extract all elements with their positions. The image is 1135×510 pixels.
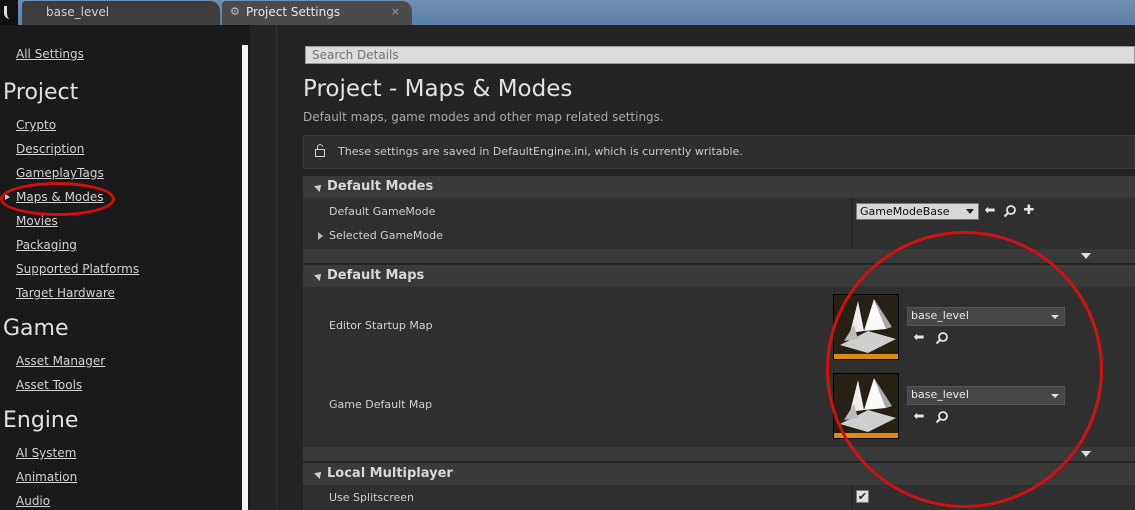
sidebar-item-movies[interactable]: Movies bbox=[16, 214, 58, 228]
expand-advanced-icon[interactable] bbox=[1081, 451, 1091, 457]
category-label: Local Multiplayer bbox=[327, 466, 453, 481]
combo-value: GameModeBase bbox=[860, 205, 950, 218]
close-tab-icon[interactable]: × bbox=[391, 1, 400, 23]
notice-text: These settings are saved in DefaultEngin… bbox=[338, 145, 743, 158]
collapse-triangle-icon bbox=[314, 182, 324, 192]
sidebar-heading-project: Project bbox=[3, 80, 79, 105]
collapse-triangle-icon bbox=[314, 271, 324, 281]
add-icon[interactable]: ✚ bbox=[1022, 204, 1036, 218]
tab-label: base_level bbox=[46, 5, 110, 19]
column-separator bbox=[851, 198, 852, 249]
annotation-circle-sidebar bbox=[0, 182, 115, 216]
sidebar-item-audio[interactable]: Audio bbox=[16, 494, 50, 508]
sidebar-item-gameplaytags[interactable]: GameplayTags bbox=[16, 166, 104, 180]
unreal-logo-icon bbox=[0, 0, 18, 25]
page-description: Default maps, game modes and other map r… bbox=[303, 110, 664, 124]
expand-advanced-icon[interactable] bbox=[1081, 253, 1091, 259]
sidebar-heading-game: Game bbox=[3, 316, 69, 341]
use-splitscreen-label: Use Splitscreen bbox=[329, 491, 415, 504]
sidebar-item-ai-system[interactable]: AI System bbox=[16, 446, 76, 460]
default-gamemode-combo[interactable]: GameModeBase bbox=[856, 203, 979, 220]
sidebar-item-asset-tools[interactable]: Asset Tools bbox=[16, 378, 82, 392]
settings-sidebar: All Settings Project Crypto Description … bbox=[0, 25, 250, 510]
game-default-map-label: Game Default Map bbox=[329, 398, 433, 411]
sidebar-item-animation[interactable]: Animation bbox=[16, 470, 77, 484]
sidebar-item-supported-platforms[interactable]: Supported Platforms bbox=[16, 262, 139, 276]
unlock-icon bbox=[315, 144, 325, 157]
sidebar-item-description[interactable]: Description bbox=[16, 142, 84, 156]
page-title: Project - Maps & Modes bbox=[303, 76, 573, 102]
details-panel: Project - Maps & Modes Default maps, gam… bbox=[278, 25, 1135, 510]
category-label: Default Modes bbox=[327, 179, 434, 194]
search-details-input[interactable] bbox=[305, 46, 1135, 64]
sidebar-link-all-settings[interactable]: All Settings bbox=[16, 47, 84, 61]
sidebar-heading-engine: Engine bbox=[3, 408, 79, 433]
collapse-triangle-icon bbox=[314, 469, 324, 479]
panel-divider[interactable] bbox=[276, 25, 277, 510]
browse-magnifier-icon[interactable] bbox=[1003, 204, 1017, 218]
use-selected-arrow-icon[interactable]: ⬅ bbox=[983, 204, 997, 218]
tab-project-settings[interactable]: ⚙ Project Settings × bbox=[222, 1, 412, 25]
column-separator bbox=[851, 485, 852, 510]
dropdown-arrow-icon bbox=[966, 209, 974, 214]
tab-base-level[interactable]: base_level bbox=[22, 1, 220, 25]
sidebar-item-packaging[interactable]: Packaging bbox=[16, 238, 77, 252]
expand-triangle-icon[interactable] bbox=[318, 232, 323, 240]
default-gamemode-label: Default GameMode bbox=[329, 205, 436, 218]
sidebar-item-crypto[interactable]: Crypto bbox=[16, 118, 56, 132]
tab-label: Project Settings bbox=[246, 5, 341, 19]
editor-startup-map-label: Editor Startup Map bbox=[329, 319, 433, 332]
sidebar-item-asset-manager[interactable]: Asset Manager bbox=[16, 354, 105, 368]
use-splitscreen-checkbox[interactable]: ✔ bbox=[856, 490, 869, 503]
settings-gear-icon: ⚙ bbox=[230, 5, 240, 18]
category-default-modes[interactable]: Default Modes bbox=[303, 176, 1135, 198]
selected-gamemode-label[interactable]: Selected GameMode bbox=[329, 229, 443, 242]
sidebar-item-target-hardware[interactable]: Target Hardware bbox=[16, 286, 115, 300]
category-label: Default Maps bbox=[327, 268, 425, 283]
sidebar-scrollbar[interactable] bbox=[242, 45, 248, 510]
annotation-circle-default-maps bbox=[826, 231, 1103, 508]
settings-notice: These settings are saved in DefaultEngin… bbox=[303, 135, 1135, 169]
tab-bar: base_level ⚙ Project Settings × bbox=[0, 0, 1135, 25]
